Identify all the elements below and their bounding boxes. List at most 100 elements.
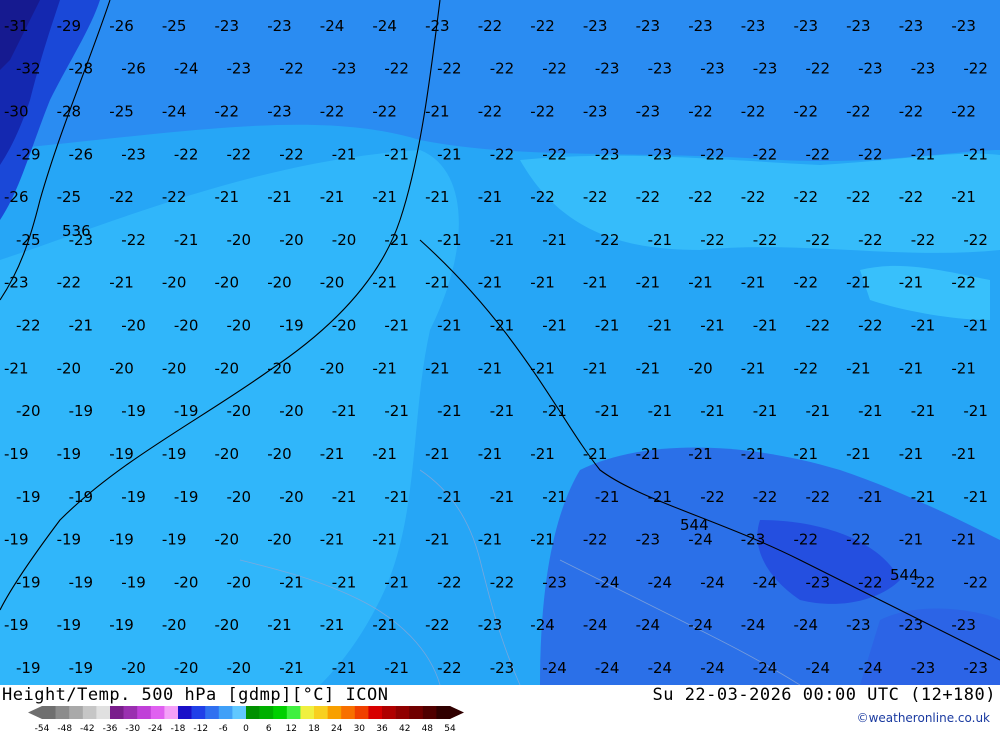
contour-label: -21 bbox=[899, 531, 924, 549]
scale-swatch bbox=[110, 706, 124, 719]
contour-label: -24 bbox=[648, 573, 673, 591]
contour-label: -21 bbox=[963, 317, 988, 335]
contour-label: -21 bbox=[384, 145, 409, 163]
contour-label: -21 bbox=[794, 445, 819, 463]
scale-swatch bbox=[395, 706, 410, 719]
map-title: Height/Temp. 500 hPa [gdmp][°C] ICON bbox=[2, 685, 389, 705]
contour-label: -21 bbox=[583, 359, 608, 377]
contour-label: -24 bbox=[372, 17, 397, 35]
contour-label: -22 bbox=[437, 659, 462, 677]
contour-label: -21 bbox=[332, 488, 357, 506]
contour-label: -22 bbox=[530, 17, 555, 35]
contour-label: -19 bbox=[162, 445, 187, 463]
contour-label: -23 bbox=[951, 17, 976, 35]
scale-swatch bbox=[286, 706, 301, 719]
contour-label: -24 bbox=[753, 659, 778, 677]
contour-label: -22 bbox=[899, 188, 924, 206]
contour-label: -24 bbox=[700, 573, 725, 591]
contour-label: -21 bbox=[951, 531, 976, 549]
contour-label: -20 bbox=[332, 231, 357, 249]
contour-label: -23 bbox=[911, 659, 936, 677]
contour-label: -21 bbox=[490, 402, 515, 420]
contour-label: -21 bbox=[648, 402, 673, 420]
contour-label: -21 bbox=[279, 573, 304, 591]
contour-label: -20 bbox=[227, 573, 252, 591]
contour-label: -22 bbox=[121, 231, 146, 249]
contour-label: -21 bbox=[372, 359, 397, 377]
contour-label: -19 bbox=[16, 488, 41, 506]
credit-link[interactable]: ©weatheronline.co.uk bbox=[857, 711, 990, 725]
contour-label: -19 bbox=[69, 488, 94, 506]
contour-label: -24 bbox=[595, 573, 620, 591]
contour-label: -23 bbox=[4, 274, 29, 292]
contour-label: -19 bbox=[69, 659, 94, 677]
contour-label: -22 bbox=[963, 231, 988, 249]
contour-label: -21 bbox=[332, 145, 357, 163]
scale-swatch bbox=[55, 706, 70, 719]
contour-label: -24 bbox=[806, 659, 831, 677]
contour-label: -22 bbox=[753, 145, 778, 163]
contour-label: -22 bbox=[688, 103, 713, 121]
contour-label: -22 bbox=[478, 103, 503, 121]
scale-swatch bbox=[82, 706, 97, 719]
contour-label: -21 bbox=[372, 531, 397, 549]
contour-label: -20 bbox=[162, 616, 187, 634]
contour-label: -21 bbox=[583, 274, 608, 292]
contour-label: -21 bbox=[320, 616, 345, 634]
contour-label: -22 bbox=[530, 188, 555, 206]
contour-label: -20 bbox=[267, 359, 292, 377]
contour-label: -21 bbox=[700, 317, 725, 335]
scale-tick-label: 18 bbox=[308, 724, 320, 733]
scale-swatch bbox=[69, 706, 84, 719]
contour-label: -22 bbox=[542, 60, 567, 78]
contour-label: -21 bbox=[437, 145, 462, 163]
contour-label: -19 bbox=[4, 531, 29, 549]
scale-swatch bbox=[341, 706, 356, 719]
contour-label: -26 bbox=[4, 188, 29, 206]
contour-label: -19 bbox=[162, 531, 187, 549]
contour-label: -24 bbox=[741, 616, 766, 634]
contour-label: -22 bbox=[806, 145, 831, 163]
contour-label: -21 bbox=[753, 402, 778, 420]
contour-label: -22 bbox=[753, 231, 778, 249]
contour-label: -21 bbox=[437, 402, 462, 420]
contour-label: -20 bbox=[320, 274, 345, 292]
contour-label: -28 bbox=[69, 60, 94, 78]
contour-label: -22 bbox=[530, 103, 555, 121]
contour-label: -20 bbox=[320, 359, 345, 377]
contour-label: -21 bbox=[741, 359, 766, 377]
scale-swatch bbox=[327, 706, 342, 719]
scale-swatch bbox=[218, 706, 233, 719]
contour-label: -20 bbox=[267, 445, 292, 463]
contour-label: -23 bbox=[846, 17, 871, 35]
contour-label: -21 bbox=[542, 402, 567, 420]
contour-label: -21 bbox=[372, 188, 397, 206]
contour-label: -21 bbox=[425, 531, 450, 549]
contour-label: -20 bbox=[162, 274, 187, 292]
contour-label: -19 bbox=[69, 573, 94, 591]
contour-label: -21 bbox=[542, 488, 567, 506]
contour-label: -22 bbox=[858, 573, 883, 591]
contour-label: -23 bbox=[794, 17, 819, 35]
contour-label: -26 bbox=[121, 60, 146, 78]
contour-label: -23 bbox=[636, 531, 661, 549]
contour-label: -20 bbox=[227, 402, 252, 420]
scale-swatch bbox=[300, 706, 315, 719]
contour-label: -20 bbox=[279, 402, 304, 420]
contour-label: -19 bbox=[4, 445, 29, 463]
contour-label: -19 bbox=[69, 402, 94, 420]
contour-label: -24 bbox=[858, 659, 883, 677]
scale-tick-label: -42 bbox=[80, 724, 95, 733]
contour-label: -24 bbox=[530, 616, 555, 634]
contour-label: -23 bbox=[911, 60, 936, 78]
contour-label: -22 bbox=[806, 60, 831, 78]
scale-swatch bbox=[382, 706, 396, 719]
contour-label: -20 bbox=[227, 488, 252, 506]
contour-label: -22 bbox=[951, 103, 976, 121]
contour-label: -23 bbox=[899, 616, 924, 634]
contour-label: -23 bbox=[267, 103, 292, 121]
scale-tick-label: 24 bbox=[331, 724, 343, 733]
contour-label: -22 bbox=[162, 188, 187, 206]
contour-label: -19 bbox=[109, 445, 134, 463]
scale-tick-label: 48 bbox=[422, 724, 434, 733]
